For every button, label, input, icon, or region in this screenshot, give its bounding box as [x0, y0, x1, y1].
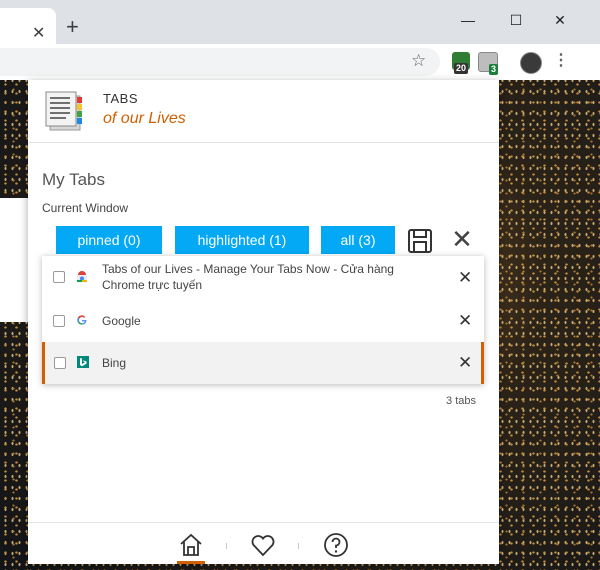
tab-checkbox[interactable]	[54, 357, 66, 369]
tab-strip: ✕ + — ☐ ✕	[0, 0, 600, 44]
brand-name-top: TABS	[103, 91, 138, 106]
tab-title: Google	[102, 314, 141, 328]
tabs-logo-icon	[45, 91, 82, 131]
home-icon[interactable]	[177, 531, 205, 559]
tab-row[interactable]: Tabs of our Lives - Manage Your Tabs Now…	[42, 256, 484, 300]
save-icon[interactable]	[406, 227, 434, 255]
tab-title: Bing	[102, 356, 127, 370]
tab-checkbox[interactable]	[53, 271, 65, 283]
browser-tab[interactable]: ✕	[0, 8, 56, 44]
extension-badge: 20	[454, 63, 469, 74]
new-tab-button[interactable]: +	[66, 16, 79, 38]
page-title: My Tabs	[42, 170, 105, 189]
popup-header: TABS of our Lives	[28, 80, 499, 143]
chrome-webstore-icon	[77, 271, 87, 282]
extension-popup: TABS of our Lives My Tabs Current Window…	[28, 80, 499, 564]
browser-toolbar: ☆ 20 3 ⋮	[0, 44, 600, 81]
star-icon[interactable]: ☆	[411, 51, 426, 71]
heart-icon[interactable]	[249, 531, 277, 559]
address-bar[interactable]	[0, 48, 440, 76]
tab-list: Tabs of our Lives - Manage Your Tabs Now…	[42, 256, 484, 384]
filter-all-button[interactable]: all (3)	[321, 226, 395, 254]
tab-close-button[interactable]: ✕	[458, 354, 472, 371]
tab-row[interactable]: Google ✕	[42, 300, 484, 342]
bing-icon	[77, 356, 89, 368]
tab-count: 3 tabs	[446, 395, 476, 407]
shield-extension-icon[interactable]: 20	[452, 52, 470, 74]
close-all-button[interactable]: ✕	[450, 226, 474, 253]
window-close-button[interactable]: ✕	[548, 10, 572, 30]
tabs-extension-icon[interactable]: 3	[478, 52, 499, 75]
footer-divider	[298, 543, 299, 549]
help-icon[interactable]	[322, 531, 350, 559]
filter-pinned-button[interactable]: pinned (0)	[56, 226, 162, 254]
filter-highlighted-button[interactable]: highlighted (1)	[175, 226, 309, 254]
tab-close-button[interactable]: ✕	[458, 312, 472, 329]
background-panel	[0, 198, 28, 322]
menu-icon[interactable]: ⋮	[553, 52, 569, 70]
tab-title: Tabs of our Lives - Manage Your Tabs Now…	[102, 262, 394, 292]
maximize-button[interactable]: ☐	[504, 10, 528, 30]
active-nav-indicator	[177, 561, 205, 564]
google-icon	[77, 315, 87, 325]
profile-avatar[interactable]	[520, 52, 542, 74]
popup-footer	[28, 522, 499, 565]
tab-close-button[interactable]: ✕	[32, 26, 45, 42]
tab-close-button[interactable]: ✕	[458, 269, 472, 286]
extension-badge: 3	[489, 64, 499, 75]
tab-checkbox[interactable]	[53, 315, 65, 327]
footer-divider	[226, 543, 227, 549]
section-subtitle: Current Window	[42, 201, 129, 215]
tab-row-active[interactable]: Bing ✕	[42, 342, 484, 384]
minimize-button[interactable]: —	[456, 10, 480, 30]
brand-name-bottom: of our Lives	[103, 110, 186, 127]
